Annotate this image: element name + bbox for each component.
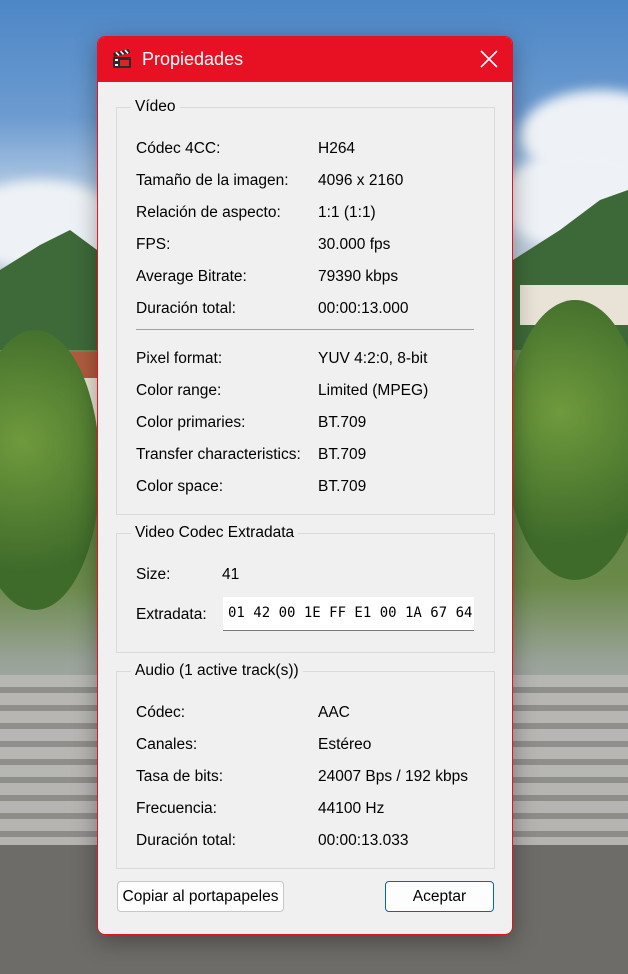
extradata-group-legend: Video Codec Extradata	[131, 524, 299, 542]
ok-button[interactable]: Aceptar	[385, 881, 494, 912]
pixel-format-value: YUV 4:2:0, 8-bit	[318, 350, 428, 367]
title-bar[interactable]: Propiedades	[98, 37, 512, 82]
color-space-value: BT.709	[318, 478, 367, 495]
aspect-ratio-label: Relación de aspecto:	[136, 204, 281, 221]
average-bitrate-label: Average Bitrate:	[136, 268, 247, 285]
bitrate-value: 24007 Bps / 192 kbps	[318, 768, 468, 785]
color-primaries-label: Color primaries:	[136, 414, 246, 431]
codec-label: Códec 4CC:	[136, 140, 221, 157]
channels-label: Canales:	[136, 736, 198, 753]
extradata-field[interactable]: 01 42 00 1E FF E1 00 1A 67 64 00	[223, 597, 474, 631]
video-group-legend: Vídeo	[131, 98, 180, 116]
properties-dialog: Propiedades Vídeo Códec 4CC: H264 Tamaño…	[97, 36, 513, 935]
size-label: Size:	[136, 566, 171, 583]
bitrate-label: Tasa de bits:	[136, 768, 224, 785]
audio-duration-value: 00:00:13.033	[318, 832, 409, 849]
image-size-label: Tamaño de la imagen:	[136, 172, 289, 189]
close-button[interactable]	[466, 37, 512, 82]
frequency-value: 44100 Hz	[318, 800, 385, 817]
audio-codec-value: AAC	[318, 704, 350, 721]
film-clapper-icon	[113, 49, 131, 68]
color-range-label: Color range:	[136, 382, 222, 399]
average-bitrate-value: 79390 kbps	[318, 268, 399, 285]
codec-value: H264	[318, 140, 356, 157]
channels-value: Estéreo	[318, 736, 372, 753]
copy-to-clipboard-button[interactable]: Copiar al portapapeles	[117, 881, 284, 912]
audio-group: Audio (1 active track(s)) Códec: AAC Can…	[116, 662, 495, 869]
fps-label: FPS:	[136, 236, 171, 253]
audio-codec-label: Códec:	[136, 704, 186, 721]
window-title: Propiedades	[142, 49, 244, 69]
audio-group-legend: Audio (1 active track(s))	[131, 662, 303, 680]
color-primaries-value: BT.709	[318, 414, 367, 431]
size-value: 41	[222, 566, 240, 583]
aspect-ratio-value: 1:1 (1:1)	[318, 204, 376, 221]
duration-value: 00:00:13.000	[318, 300, 409, 317]
transfer-characteristics-label: Transfer characteristics:	[136, 446, 301, 463]
transfer-characteristics-value: BT.709	[318, 446, 367, 463]
image-size-value: 4096 x 2160	[318, 172, 404, 189]
close-icon	[480, 50, 498, 68]
audio-duration-label: Duración total:	[136, 832, 236, 849]
color-space-label: Color space:	[136, 478, 224, 495]
duration-label: Duración total:	[136, 300, 236, 317]
frequency-label: Frecuencia:	[136, 800, 217, 817]
pixel-format-label: Pixel format:	[136, 350, 223, 367]
fps-value: 30.000 fps	[318, 236, 391, 253]
extradata-group: Video Codec Extradata Size: 41 Extradata…	[116, 524, 495, 653]
color-range-value: Limited (MPEG)	[318, 382, 429, 399]
extradata-label: Extradata:	[136, 606, 207, 623]
video-group: Vídeo Códec 4CC: H264 Tamaño de la image…	[116, 98, 495, 515]
video-separator	[136, 329, 474, 330]
